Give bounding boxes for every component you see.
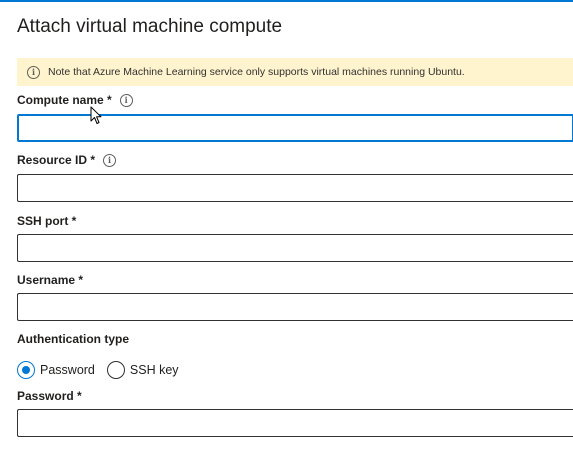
- username-label-text: Username *: [17, 273, 84, 287]
- ssh-port-label: SSH port *: [17, 214, 76, 228]
- password-input[interactable]: [17, 409, 573, 437]
- password-label: Password *: [17, 389, 82, 403]
- password-label-text: Password *: [17, 389, 82, 403]
- ssh-port-label-text: SSH port *: [17, 214, 77, 228]
- resource-id-input[interactable]: [17, 174, 573, 202]
- authentication-type-radio-group: Password SSH key: [17, 361, 191, 379]
- authentication-type-label-text: Authentication type: [17, 332, 130, 346]
- username-label: Username *: [17, 273, 83, 287]
- radio-button-ssh-key[interactable]: [106, 361, 125, 379]
- top-accent-rule: [0, 0, 573, 2]
- resource-id-label-text: Resource ID *: [17, 153, 96, 167]
- radio-label-password[interactable]: Password: [40, 363, 95, 377]
- page-title: Attach virtual machine compute: [17, 16, 283, 37]
- radio-button-password[interactable]: [17, 361, 35, 379]
- radio-option-ssh-key[interactable]: SSH key: [106, 361, 179, 379]
- info-icon: i: [27, 65, 40, 79]
- ssh-port-input[interactable]: [17, 234, 573, 262]
- radio-option-password[interactable]: Password: [17, 361, 95, 379]
- info-icon[interactable]: i: [119, 93, 133, 107]
- radio-label-ssh-key[interactable]: SSH key: [130, 363, 179, 377]
- mouse-pointer-icon: [90, 106, 102, 124]
- username-input[interactable]: [17, 293, 573, 321]
- compute-name-label: Compute name * i: [17, 93, 133, 107]
- notice-text: Note that Azure Machine Learning service…: [48, 66, 465, 78]
- compute-name-label-text: Compute name *: [17, 93, 112, 107]
- resource-id-label: Resource ID * i: [17, 153, 117, 167]
- authentication-type-label: Authentication type: [17, 332, 129, 346]
- info-icon[interactable]: i: [103, 153, 117, 167]
- notice-banner: i Note that Azure Machine Learning servi…: [17, 58, 573, 86]
